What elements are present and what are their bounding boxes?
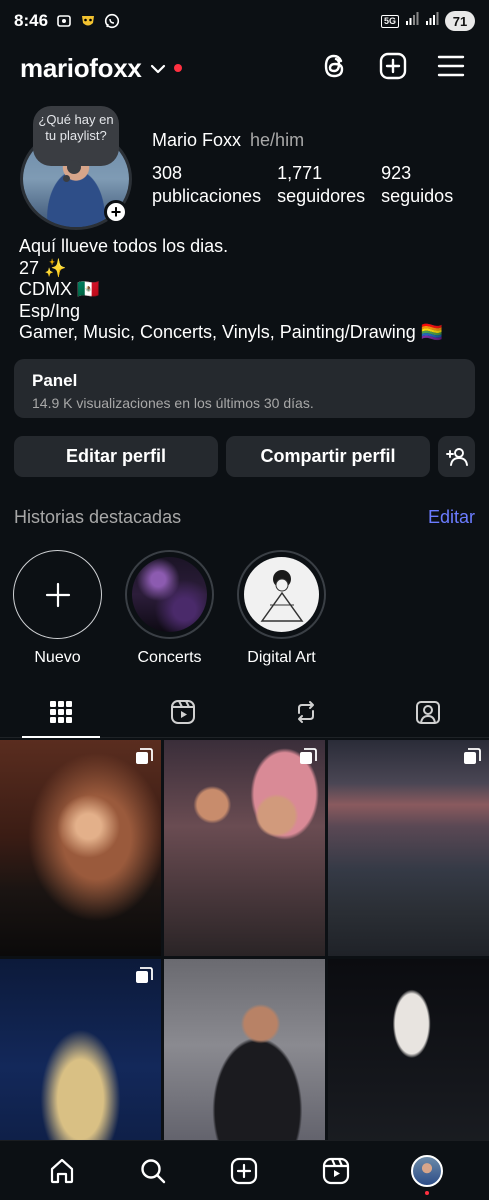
post-thumbnail[interactable] [164, 740, 325, 956]
professional-dashboard[interactable]: Panel 14.9 K visualizaciones en los últi… [14, 359, 475, 418]
active-indicator [425, 1190, 430, 1195]
nav-reels[interactable] [318, 1153, 354, 1189]
chevron-down-icon[interactable] [150, 61, 166, 79]
bio-line: Gamer, Music, Concerts, Vinyls, Painting… [19, 322, 444, 342]
discover-people-button[interactable] [438, 436, 475, 477]
profile-bio: Aquí llueve todos los dias. 27 ✨ CDMX 🇲🇽… [19, 236, 443, 344]
tab-tagged[interactable] [367, 686, 489, 737]
plus-square-icon [231, 1157, 258, 1184]
signal-icon-2 [425, 11, 439, 31]
display-name: Mario Foxx [152, 130, 242, 150]
new-highlight-circle [13, 550, 102, 639]
highlight-concerts[interactable]: Concerts [124, 550, 215, 667]
reposts-icon [297, 700, 314, 723]
notification-dot [173, 64, 182, 72]
post-thumbnail[interactable] [0, 740, 161, 956]
story-highlights: Nuevo Concerts Digital Art [12, 550, 327, 667]
drawing-icon [260, 569, 303, 622]
nav-home[interactable] [44, 1153, 80, 1189]
menu-button[interactable] [437, 52, 465, 80]
tagged-icon [415, 700, 440, 724]
stat-value: 1,771 [277, 163, 323, 183]
mask-app-icon [80, 13, 96, 29]
plus-square-icon [379, 52, 407, 80]
panel-title: Panel [32, 371, 78, 390]
profile-header: mariofoxx [0, 46, 489, 90]
content-tabs [0, 686, 489, 738]
note-bubble[interactable]: ¿Qué hay en tu playlist? [33, 106, 119, 182]
profile-actions: Editar perfil Compartir perfil [14, 436, 475, 477]
profile-name-line: Mario Foxx he/him [152, 130, 304, 151]
reels-icon [171, 699, 196, 724]
highlight-new[interactable]: Nuevo [12, 550, 103, 667]
stat-value: 923 [381, 163, 412, 183]
highlight-cover [244, 557, 319, 632]
status-time: 8:46 [14, 11, 49, 30]
hamburger-icon [437, 55, 465, 77]
nav-profile[interactable] [409, 1153, 445, 1195]
header-actions [321, 52, 465, 80]
plus-icon [45, 582, 70, 607]
panel-subtitle: 14.9 K visualizaciones en los últimos 30… [32, 395, 314, 411]
stat-followers[interactable]: 1,771 seguidores [277, 162, 365, 208]
signal-icon [405, 11, 419, 31]
highlight-cover [132, 557, 207, 632]
share-profile-button[interactable]: Compartir perfil [226, 436, 430, 477]
create-button[interactable] [379, 52, 407, 80]
stat-label: seguidos [381, 186, 454, 206]
carousel-icon [464, 748, 481, 764]
screenshot-icon [56, 13, 72, 29]
carousel-icon [136, 748, 153, 764]
stat-label: publicaciones [152, 186, 262, 206]
highlight-label: Nuevo [34, 649, 81, 666]
bottom-navigation [0, 1140, 489, 1200]
status-left: 8:46 [14, 11, 120, 31]
threads-button[interactable] [321, 52, 349, 80]
post-thumbnail[interactable] [328, 740, 489, 956]
highlight-ring [237, 550, 326, 639]
pronouns: he/him [250, 130, 305, 150]
home-icon [50, 1158, 73, 1183]
stat-posts[interactable]: 308 publicaciones [152, 162, 261, 208]
carousel-icon [136, 967, 153, 983]
highlight-digital-art[interactable]: Digital Art [236, 550, 327, 667]
bio-line: Aquí llueve todos los dias. [19, 236, 229, 256]
threads-icon [324, 54, 344, 78]
battery-indicator: 71 [445, 11, 475, 31]
posts-grid [0, 740, 489, 1175]
nav-create[interactable] [226, 1153, 262, 1189]
username-switcher[interactable]: mariofoxx [20, 53, 142, 84]
nav-search[interactable] [135, 1153, 171, 1189]
search-icon [141, 1158, 166, 1183]
stat-label: seguidores [277, 186, 366, 206]
grid-icon [50, 700, 73, 723]
bio-line: Esp/Ing [19, 300, 81, 321]
whatsapp-icon [104, 13, 120, 29]
highlights-title: Historias destacadas [14, 507, 182, 527]
reels-icon [322, 1157, 349, 1184]
bio-line: 27 ✨ [19, 257, 67, 278]
network-badge: 5G [380, 14, 399, 28]
tab-reels[interactable] [122, 686, 244, 737]
profile-avatar-icon [411, 1154, 444, 1187]
profile-stats: 308 publicaciones 1,771 seguidores 923 s… [152, 162, 469, 208]
stat-following[interactable]: 923 seguidos [381, 162, 453, 208]
highlight-ring [125, 550, 214, 639]
highlight-label: Concerts [137, 649, 202, 666]
status-right: 5G 71 [380, 11, 475, 31]
carousel-icon [300, 748, 317, 764]
highlights-edit-link[interactable]: Editar [428, 507, 475, 528]
tab-posts[interactable] [0, 686, 122, 738]
add-story-plus-icon[interactable]: + [104, 200, 128, 224]
add-person-icon [445, 447, 468, 466]
highlights-header: Historias destacadas Editar [14, 507, 475, 528]
highlight-label: Digital Art [247, 649, 316, 666]
stat-value: 308 [152, 163, 183, 183]
tab-reposts[interactable] [245, 686, 367, 737]
edit-profile-button[interactable]: Editar perfil [14, 436, 218, 477]
status-bar: 8:46 5G 71 [0, 0, 489, 42]
bio-line: CDMX 🇲🇽 [19, 279, 100, 299]
